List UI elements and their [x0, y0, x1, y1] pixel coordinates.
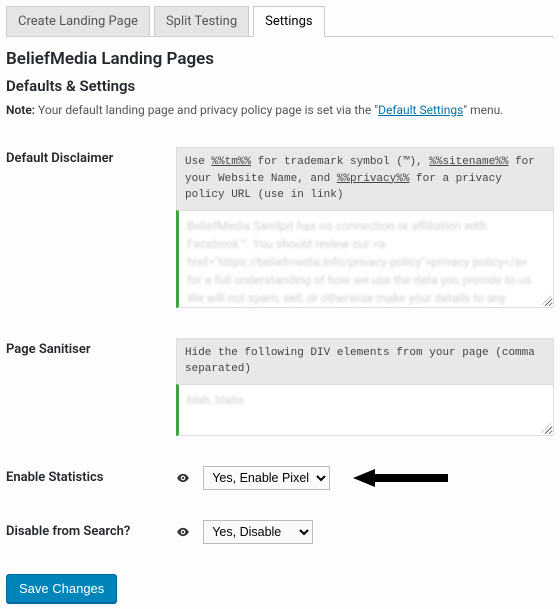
label-page-sanitiser: Page Sanitiser: [6, 328, 176, 456]
disclaimer-hint: Use %%tm%% for trademark symbol (™), %%s…: [176, 147, 554, 210]
settings-form: Default Disclaimer Use %%tm%% for tradem…: [6, 137, 554, 564]
save-changes-button[interactable]: Save Changes: [6, 574, 117, 603]
label-enable-statistics: Enable Statistics: [6, 456, 176, 510]
disclaimer-textarea[interactable]: BeliefMedia Sandpit has no connection or…: [176, 210, 554, 308]
tabs-bar: Create Landing Page Split Testing Settin…: [6, 6, 554, 37]
label-disable-from-search: Disable from Search?: [6, 510, 176, 564]
note-text: Note: Your default landing page and priv…: [6, 103, 554, 117]
page-title: BeliefMedia Landing Pages: [6, 49, 554, 69]
eye-icon: [176, 525, 190, 539]
note-label: Note:: [6, 103, 35, 117]
disable-from-search-select[interactable]: Yes, Disable: [203, 520, 313, 544]
sanitiser-textarea[interactable]: blah, blahs: [176, 384, 554, 436]
label-default-disclaimer: Default Disclaimer: [6, 137, 176, 328]
page-subtitle: Defaults & Settings: [6, 77, 554, 95]
tab-split-testing[interactable]: Split Testing: [154, 6, 249, 37]
default-settings-link[interactable]: Default Settings: [378, 103, 463, 117]
eye-icon: [176, 471, 190, 485]
tab-settings[interactable]: Settings: [253, 6, 324, 37]
sanitiser-hint: Hide the following DIV elements from you…: [176, 338, 554, 384]
disclaimer-content: BeliefMedia Sandpit has no connection or…: [187, 217, 545, 308]
pointer-arrow-icon: [353, 469, 448, 487]
sanitiser-content: blah, blahs: [187, 391, 545, 409]
tab-create-landing-page[interactable]: Create Landing Page: [6, 6, 150, 37]
enable-statistics-select[interactable]: Yes, Enable Pixel: [203, 466, 330, 490]
